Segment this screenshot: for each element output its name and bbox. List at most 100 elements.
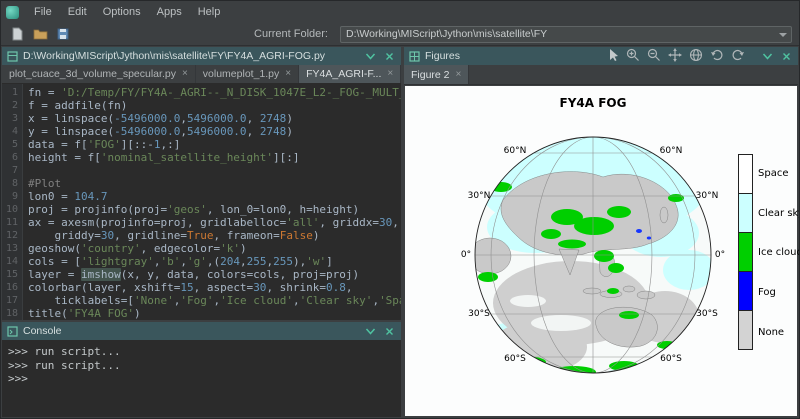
code-line: ticklabels=['None','Fog','Ice cloud','Cl… [28, 294, 401, 307]
redo-icon[interactable] [731, 48, 745, 65]
code-token: data = f[ [28, 138, 88, 151]
menu-edit[interactable]: Edit [60, 4, 95, 20]
line-number: 3 [2, 112, 22, 125]
code-line: f = addfile(fn) [28, 99, 401, 112]
menu-file[interactable]: File [26, 4, 60, 20]
close-icon[interactable]: × [387, 69, 393, 79]
close-panel-icon[interactable] [779, 50, 793, 63]
code-token: 255 [247, 255, 267, 268]
open-folder-icon[interactable] [31, 26, 49, 43]
code-token: geoshow( [28, 242, 81, 255]
minimize-panel-icon[interactable] [760, 50, 774, 63]
close-panel-icon[interactable] [382, 50, 396, 63]
new-script-icon[interactable] [8, 26, 26, 43]
select-icon[interactable] [606, 48, 619, 65]
editor-tabs: plot_cuace_3d_volume_specular.py×volumep… [2, 65, 401, 84]
code-token: , aspect= [194, 281, 254, 294]
grid-label: 0° [461, 250, 471, 260]
code-token: 2748 [260, 125, 287, 138]
close-icon[interactable]: × [285, 69, 291, 79]
colorbar-labels: SpaceClear skyIce cloudFogNone [758, 154, 800, 352]
code-token: 'w' [306, 255, 326, 268]
tab-label: plot_cuace_3d_volume_specular.py [9, 68, 176, 80]
line-number: 6 [2, 151, 22, 164]
editor-tab[interactable]: FY4A_AGRI-F...× [299, 65, 401, 83]
console-title-bar: Console [2, 322, 401, 340]
code-token: , [180, 125, 187, 138]
code-token: ) [240, 242, 247, 255]
code-token: ][:] [273, 151, 300, 164]
code-token: ][::- [121, 138, 154, 151]
zoom-in-icon[interactable] [626, 48, 640, 65]
menu-options[interactable]: Options [95, 4, 149, 20]
line-number: 1 [2, 86, 22, 99]
pan-icon[interactable] [668, 48, 682, 65]
line-number: 18 [2, 307, 22, 320]
figures-panel: Figures [404, 47, 798, 417]
grid-label: 30°S [468, 309, 490, 319]
code-line: geoshow('country', edgecolor='k') [28, 242, 401, 255]
line-number: 13 [2, 242, 22, 255]
console-title: Console [23, 325, 62, 337]
minimize-panel-icon[interactable] [363, 50, 377, 63]
grid-label: 60°N [660, 146, 683, 156]
editor-tab[interactable]: volumeplot_1.py× [196, 65, 299, 83]
code-token: 'b' [160, 255, 180, 268]
main-area: D:\Working\MIScript\Jython\mis\satellite… [2, 47, 798, 417]
code-editor[interactable]: 123456789101112131415161718 fn = 'D:/Tem… [2, 84, 401, 320]
colorbar-segment [739, 233, 752, 272]
console-line: >>> [8, 372, 395, 386]
close-icon[interactable]: × [456, 70, 462, 80]
grid-label: 0° [715, 250, 725, 260]
menu-apps[interactable]: Apps [149, 4, 190, 20]
code-token: 5496000.0 [187, 112, 247, 125]
editor-tab[interactable]: plot_cuace_3d_volume_specular.py × [2, 65, 196, 83]
code-line: proj = projinfo(proj='geos', lon_0=lon0,… [28, 203, 401, 216]
figures-title: Figures [425, 50, 460, 62]
menu-help[interactable]: Help [190, 4, 229, 20]
close-panel-icon[interactable] [382, 325, 396, 338]
full-extent-icon[interactable] [689, 48, 703, 65]
code-token: 'geos' [167, 203, 207, 216]
code-token: title( [28, 307, 68, 320]
grid-label: 60°S [504, 354, 526, 364]
line-number: 11 [2, 216, 22, 229]
code-token: , [293, 294, 300, 307]
code-token: lon0 = [28, 190, 74, 203]
figure-tabs: Figure 2× [404, 65, 798, 85]
current-folder-combobox[interactable]: D:\Working\MIScript\Jython\mis\satellite… [340, 26, 792, 43]
code-token: 'FOG' [88, 138, 121, 151]
figure-canvas[interactable]: FY4A FOG [405, 86, 797, 416]
zoom-out-icon[interactable] [647, 48, 661, 65]
figure-tab[interactable]: Figure 2× [404, 65, 469, 84]
code-token: 'Ice cloud' [220, 294, 293, 307]
code-token: ax = axesm(projinfo=proj, gridlabelloc= [28, 216, 286, 229]
line-number: 12 [2, 229, 22, 242]
code-token: 'g' [187, 255, 207, 268]
code-token: 5496000.0 [187, 125, 247, 138]
code-token: 'None' [134, 294, 174, 307]
line-number: 8 [2, 177, 22, 190]
code-token: f = addfile(fn) [28, 99, 127, 112]
code-token: proj = projinfo(proj= [28, 203, 167, 216]
code-token: 'k' [220, 242, 240, 255]
code-token: fn = [28, 86, 61, 99]
code-token: 'country' [81, 242, 141, 255]
chevron-down-icon[interactable] [779, 33, 787, 37]
menubar: FileEditOptionsAppsHelp [1, 1, 799, 23]
code-line: layer = imshow(x, y, data, colors=cols, … [28, 268, 401, 281]
code-line: height = f['nominal_satellite_height'][:… [28, 151, 401, 164]
save-icon[interactable] [54, 26, 72, 43]
code-token: , [180, 112, 187, 125]
colorbar-label: Ice cloud [758, 233, 800, 273]
code-token: colorbar(layer, xshift= [28, 281, 180, 294]
colorbar-segment [739, 311, 752, 349]
console-panel-icon [7, 326, 18, 337]
console-output[interactable]: >>> run script...>>> run script...>>> [2, 340, 401, 417]
code-token: -5496000.0 [114, 125, 180, 138]
minimize-panel-icon[interactable] [363, 325, 377, 338]
code-line: griddy=30, gridline=True, frameon=False) [28, 229, 401, 242]
code-token: 2748 [260, 112, 287, 125]
close-icon[interactable]: × [182, 69, 188, 79]
undo-icon[interactable] [710, 48, 724, 65]
